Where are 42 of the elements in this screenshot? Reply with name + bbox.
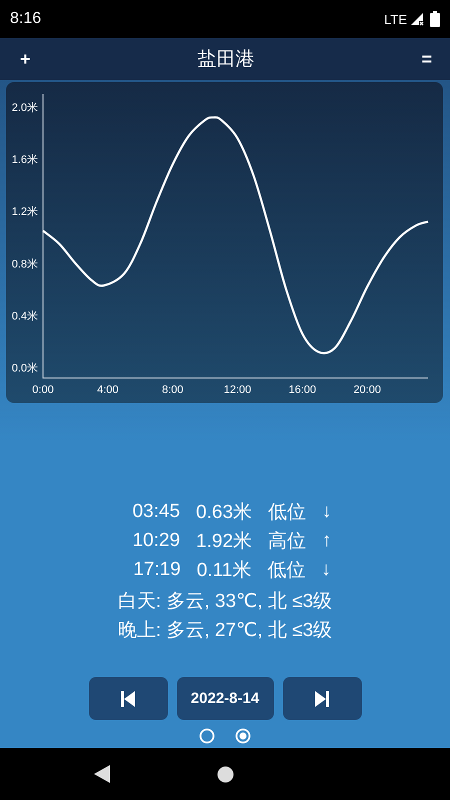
tide-time: 10:29 [132, 530, 180, 552]
y-tick-label: 1.6米 [12, 154, 38, 166]
x-tick-label: 12:00 [224, 384, 252, 396]
add-button[interactable]: + [16, 46, 35, 72]
tide-type: 低位 [268, 500, 306, 524]
tide-arrow: ↓ [322, 500, 332, 522]
y-tick-label: 1.2米 [12, 206, 38, 218]
y-tick-label: 0.8米 [12, 258, 38, 270]
back-icon[interactable] [94, 765, 110, 783]
tide-height: 1.92米 [196, 530, 252, 554]
y-tick-label: 2.0米 [12, 102, 38, 114]
clock-time: 8:16 [10, 10, 42, 28]
page-indicator[interactable] [199, 728, 215, 744]
x-tick-label: 0:00 [32, 384, 54, 396]
date-button[interactable]: 2022-8-14 [176, 677, 274, 720]
port-title: 盐田港 [196, 48, 256, 72]
menu-button[interactable]: = [417, 46, 436, 72]
tide-height: 0.63米 [196, 500, 252, 524]
skip-previous-icon [121, 690, 135, 706]
next-day-button[interactable] [282, 677, 362, 720]
x-tick-label: 16:00 [288, 384, 316, 396]
page-indicator[interactable] [235, 728, 251, 744]
battery-icon [430, 11, 440, 27]
skip-next-icon [315, 690, 329, 706]
x-tick-label: 8:00 [162, 384, 184, 396]
tide-type: 低位 [267, 558, 306, 582]
signal-icon [410, 12, 424, 26]
y-tick-label: 0.4米 [12, 310, 38, 322]
tide-time: 17:19 [133, 558, 181, 580]
home-icon[interactable] [216, 766, 234, 782]
tide-type: 高位 [268, 530, 306, 554]
tide-arrow: ↑ [322, 530, 332, 552]
tide-arrow: ↓ [321, 558, 331, 580]
x-tick-label: 4:00 [97, 384, 119, 396]
weather-text: 白天: 多云, 33℃, 北 ≤3级 [118, 590, 332, 614]
weather-text: 晚上: 多云, 27℃, 北 ≤3级 [118, 619, 332, 643]
network-type: LTE [384, 12, 407, 26]
y-tick-label: 0.0米 [12, 362, 38, 375]
previous-day-button[interactable] [88, 677, 168, 720]
tide-height: 0.11米 [196, 558, 252, 582]
x-tick-label: 20:00 [353, 384, 381, 396]
tide-time: 03:45 [132, 500, 180, 522]
